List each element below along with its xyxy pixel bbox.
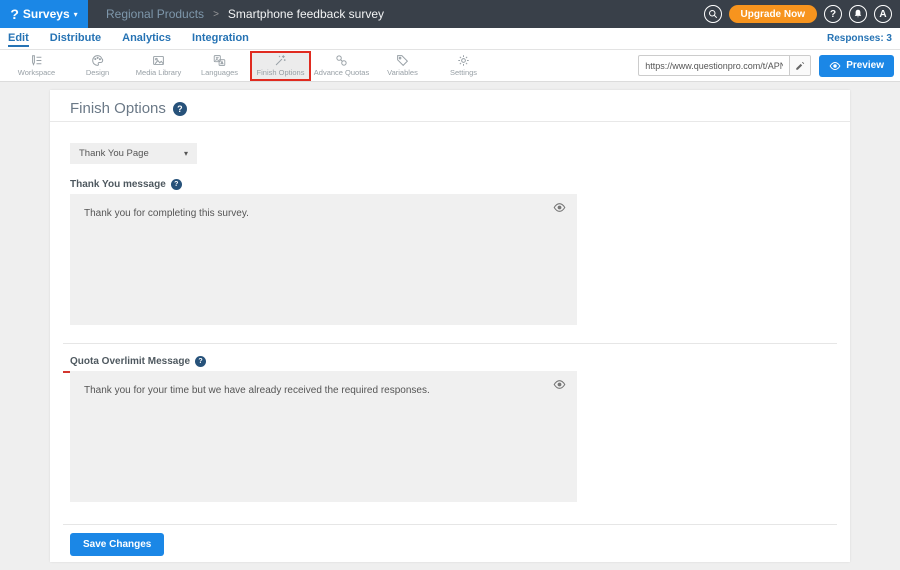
tab-analytics[interactable]: Analytics — [122, 30, 171, 47]
breadcrumb-separator: > — [213, 9, 219, 20]
chevron-down-icon: ▾ — [184, 149, 188, 158]
product-name: Surveys — [23, 7, 70, 21]
bell-icon — [853, 9, 863, 19]
toolbar-item-finish-options[interactable]: Finish Options — [250, 51, 311, 81]
topbar-actions: Upgrade Now ? A — [704, 5, 900, 23]
save-changes-button[interactable]: Save Changes — [70, 533, 164, 556]
gear-icon — [457, 54, 470, 67]
toolbar-item-label: Variables — [387, 68, 418, 77]
toolbar-item-advance-quotas[interactable]: Advance Quotas — [311, 51, 372, 81]
finish-type-dropdown[interactable]: Thank You Page ▾ — [70, 143, 197, 164]
tab-edit[interactable]: Edit — [8, 30, 29, 47]
help-button[interactable]: ? — [824, 5, 842, 23]
preview-button-label: Preview — [846, 60, 884, 71]
image-icon — [152, 54, 165, 67]
tab-distribute[interactable]: Distribute — [50, 30, 101, 47]
palette-icon — [91, 54, 104, 67]
main-content: Finish Options ? Thank You Page ▾ Thank … — [0, 82, 900, 562]
toolbar-right: Preview — [638, 55, 894, 77]
toolbar-item-label: Settings — [450, 68, 477, 77]
pencil-icon — [795, 61, 805, 71]
toolbar-item-label: Advance Quotas — [314, 68, 369, 77]
survey-url-input[interactable] — [639, 61, 789, 71]
toolbar-item-label: Media Library — [136, 68, 181, 77]
preview-button[interactable]: Preview — [819, 55, 894, 77]
thank-you-message-label-row: Thank You message ? — [70, 178, 830, 190]
thank-you-message-field: Thank you for completing this survey. — [70, 194, 577, 330]
breadcrumb-survey-title: Smartphone feedback survey — [228, 7, 384, 21]
thank-you-message-preview-button[interactable] — [553, 201, 566, 217]
card-header: Finish Options ? — [70, 90, 830, 121]
toolbar-item-languages[interactable]: Languages — [189, 51, 250, 81]
quota-overlimit-textarea[interactable]: Thank you for your time but we have alre… — [70, 371, 577, 502]
thank-you-message-label: Thank You message — [70, 179, 166, 190]
survey-url-box — [638, 55, 811, 76]
account-avatar[interactable]: A — [874, 5, 892, 23]
top-navbar: ? Surveys ▾ Regional Products > Smartpho… — [0, 0, 900, 28]
eye-icon — [829, 60, 841, 72]
edit-url-button[interactable] — [789, 55, 810, 76]
breadcrumb: Regional Products > Smartphone feedback … — [106, 7, 384, 21]
upgrade-now-button[interactable]: Upgrade Now — [729, 5, 817, 23]
chevron-down-icon: ▾ — [74, 10, 78, 19]
section-tabs-bar: Edit Distribute Analytics Integration Re… — [0, 28, 900, 50]
quota-overlimit-preview-button[interactable] — [553, 378, 566, 394]
toolbar-item-label: Workspace — [18, 68, 55, 77]
search-icon — [708, 9, 718, 19]
magic-wand-icon — [274, 54, 287, 67]
quota-overlimit-field: Thank you for your time but we have alre… — [70, 371, 577, 507]
tag-icon — [396, 54, 409, 67]
finish-type-dropdown-value: Thank You Page — [79, 148, 149, 159]
toolbar-item-label: Languages — [201, 68, 238, 77]
toolbar-item-settings[interactable]: Settings — [433, 51, 494, 81]
tab-integration[interactable]: Integration — [192, 30, 249, 47]
page-title: Finish Options — [70, 100, 166, 117]
toolbar-item-variables[interactable]: Variables — [372, 51, 433, 81]
finish-options-help-icon[interactable]: ? — [173, 102, 187, 116]
notifications-button[interactable] — [849, 5, 867, 23]
eye-icon — [553, 378, 566, 391]
breadcrumb-folder[interactable]: Regional Products — [106, 7, 204, 21]
toolbar-item-label: Finish Options — [257, 68, 305, 77]
footer-divider — [63, 524, 837, 525]
finish-options-card: Finish Options ? Thank You Page ▾ Thank … — [50, 90, 850, 562]
translate-icon — [213, 54, 226, 67]
responses-count[interactable]: Responses: 3 — [827, 33, 892, 44]
section-divider — [63, 343, 837, 344]
thank-you-message-textarea[interactable]: Thank you for completing this survey. — [70, 194, 577, 325]
quota-overlimit-label: Quota Overlimit Message — [70, 356, 190, 367]
quota-overlimit-help-icon[interactable]: ? — [195, 356, 206, 367]
chain-links-icon — [335, 54, 348, 67]
surveys-menu[interactable]: ? Surveys ▾ — [0, 0, 88, 28]
header-divider — [50, 121, 850, 122]
toolbar-item-media-library[interactable]: Media Library — [128, 51, 189, 81]
toolbar-item-design[interactable]: Design — [67, 51, 128, 81]
quota-overlimit-label-row: Quota Overlimit Message ? — [70, 355, 830, 367]
thank-you-message-help-icon[interactable]: ? — [171, 179, 182, 190]
toolbar-item-workspace[interactable]: Workspace — [6, 51, 67, 81]
search-button[interactable] — [704, 5, 722, 23]
eye-icon — [553, 201, 566, 214]
workspace-icon — [30, 54, 43, 67]
edit-toolbar: Workspace Design Media Library Languages… — [0, 50, 900, 82]
questionpro-logo-icon: ? — [10, 6, 19, 22]
toolbar-item-label: Design — [86, 68, 109, 77]
